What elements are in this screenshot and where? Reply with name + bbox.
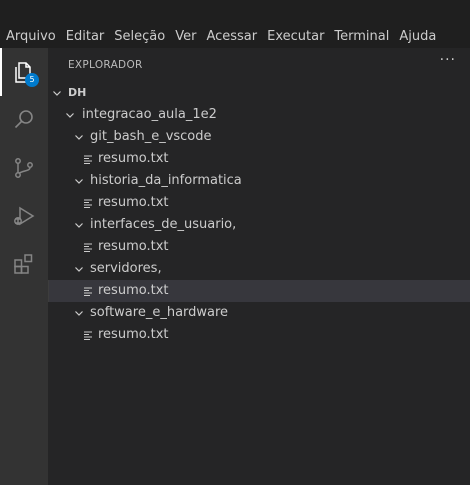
run-debug-icon — [14, 206, 35, 226]
menu-editar[interactable]: Editar — [60, 29, 109, 44]
explorer-badge: 5 — [25, 73, 39, 87]
menu-ver[interactable]: Ver — [169, 29, 200, 44]
text-file-icon — [84, 243, 92, 252]
tree-folder-label: historia_da_informatica — [90, 173, 242, 188]
tree-file-label: resumo.txt — [98, 283, 169, 298]
tree-folder[interactable]: historia_da_informatica — [48, 170, 470, 192]
run-debug-button[interactable] — [0, 192, 48, 240]
tree-file-label: resumo.txt — [98, 327, 169, 342]
tree-folder[interactable]: git_bash_e_vscode — [48, 126, 470, 148]
tree-root-label: DH — [68, 86, 87, 99]
source-control-button[interactable] — [0, 144, 48, 192]
chevron-down-icon — [75, 179, 83, 184]
tree-folder-label: software_e_hardware — [90, 305, 229, 320]
menu-arquivo[interactable]: Arquivo — [0, 29, 60, 44]
chevron-down-icon — [75, 267, 83, 272]
tree-file[interactable]: resumo.txt — [48, 324, 470, 346]
chevron-down-icon — [66, 113, 74, 118]
source-control-icon — [15, 158, 33, 178]
menu-ajuda[interactable]: Ajuda — [393, 29, 440, 44]
chevron-down-icon — [53, 91, 61, 96]
file-tree: DH integracao_aula_1e2 git_bash_e_vscode… — [48, 82, 470, 346]
tree-file-label: resumo.txt — [98, 151, 169, 166]
tree-file-label: resumo.txt — [98, 239, 169, 254]
activity-bar: 5 — [0, 48, 48, 485]
search-button[interactable] — [0, 96, 48, 144]
tree-file-selected[interactable]: resumo.txt — [48, 280, 470, 302]
tree-root[interactable]: DH — [48, 82, 470, 104]
tree-folder-label: interfaces_de_usuario, — [90, 217, 237, 232]
tree-file-label: resumo.txt — [98, 195, 169, 210]
text-file-icon — [84, 199, 92, 208]
tree-folder-label: integracao_aula_1e2 — [82, 107, 217, 122]
tree-folder[interactable]: software_e_hardware — [48, 302, 470, 324]
tree-folder-label: git_bash_e_vscode — [90, 129, 212, 144]
menu-selecao[interactable]: Seleção — [108, 29, 169, 44]
tree-file[interactable]: resumo.txt — [48, 236, 470, 258]
text-file-icon — [84, 287, 92, 296]
chevron-down-icon — [75, 135, 83, 140]
tree-folder-project[interactable]: integracao_aula_1e2 — [48, 104, 470, 126]
menu-bar: Arquivo Editar Seleção Ver Acessar Execu… — [0, 0, 470, 48]
explorer-title: EXPLORADOR — [68, 59, 143, 71]
extensions-icon — [14, 254, 33, 274]
tree-folder[interactable]: interfaces_de_usuario, — [48, 214, 470, 236]
menu-acessar[interactable]: Acessar — [200, 29, 261, 44]
more-actions-button[interactable]: ··· — [440, 52, 456, 68]
explorer-sidebar: EXPLORADOR ··· DH integracao_aula_1e2 gi… — [48, 48, 470, 485]
chevron-down-icon — [75, 311, 83, 316]
menu-executar[interactable]: Executar — [261, 29, 328, 44]
text-file-icon — [84, 155, 92, 164]
chevron-down-icon — [75, 223, 83, 228]
extensions-button[interactable] — [0, 240, 48, 288]
search-icon — [14, 110, 33, 129]
menu-terminal[interactable]: Terminal — [328, 29, 393, 44]
tree-folder-label: servidores, — [90, 261, 162, 276]
tree-file[interactable]: resumo.txt — [48, 192, 470, 214]
text-file-icon — [84, 331, 92, 340]
tree-folder[interactable]: servidores, — [48, 258, 470, 280]
tree-file[interactable]: resumo.txt — [48, 148, 470, 170]
explorer-button[interactable]: 5 — [0, 48, 48, 96]
